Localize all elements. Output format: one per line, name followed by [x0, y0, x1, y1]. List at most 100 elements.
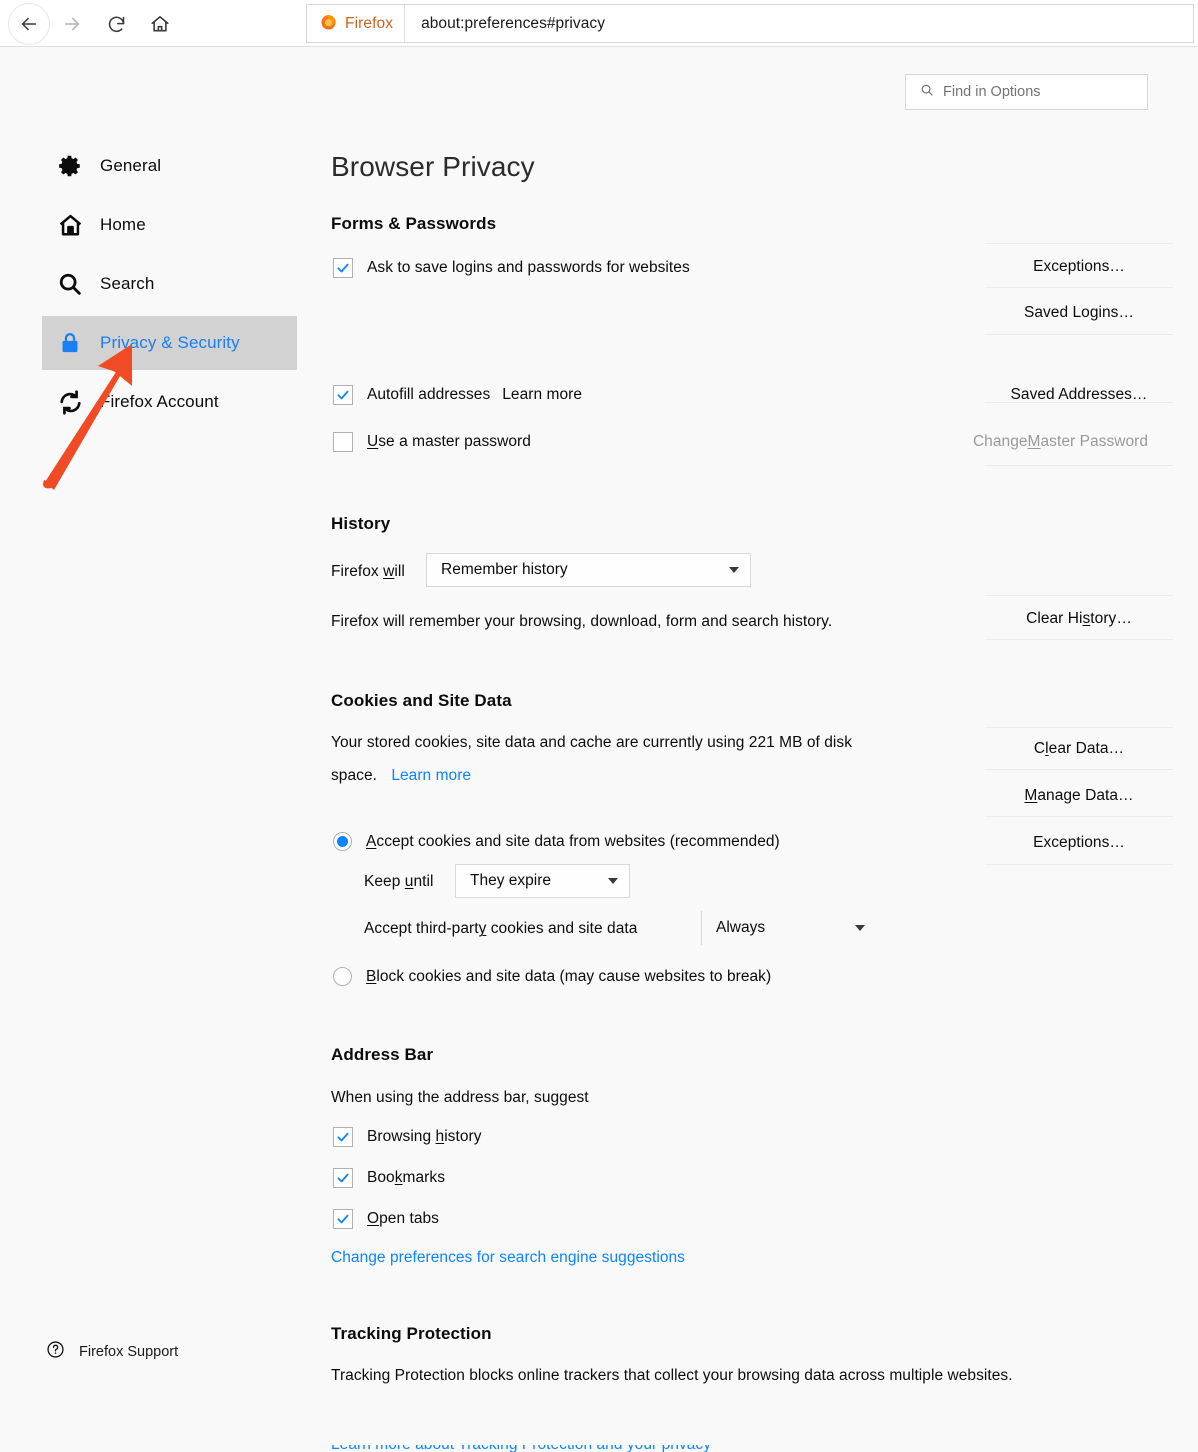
radio-selected-icon	[333, 832, 352, 851]
history-prefix-label: Firefox will	[331, 563, 405, 580]
sidebar-item-label: Firefox Support	[79, 1344, 179, 1360]
third-party-cookies-value: Always	[716, 919, 766, 936]
ask-to-save-logins-checkbox[interactable]: Ask to save logins and passwords for web…	[333, 258, 690, 278]
use-master-password-checkbox[interactable]: Use a master password	[333, 432, 531, 452]
tracking-learn-more-link-truncated[interactable]: Learn more about Tracking Protection and…	[331, 1445, 801, 1452]
firefox-brand-label: Firefox	[345, 14, 394, 32]
section-heading-history: History	[331, 514, 391, 533]
browser-toolbar: Firefox about:preferences#privacy	[0, 0, 1198, 47]
button-separator	[985, 727, 1173, 728]
suggest-open-tabs-label: Open tabs	[367, 1210, 439, 1227]
checkbox-checked-icon	[333, 385, 353, 405]
sidebar-item-label: Privacy & Security	[100, 333, 240, 352]
sidebar-item-general[interactable]: General	[42, 139, 297, 193]
home-icon	[55, 212, 85, 239]
sidebar-item-home[interactable]: Home	[42, 198, 297, 252]
sync-icon	[55, 389, 85, 416]
accept-cookies-label: Accept cookies and site data from websit…	[366, 832, 780, 850]
address-bar-description: When using the address bar, suggest	[331, 1089, 589, 1106]
exceptions-button-cookies[interactable]: Exceptions…	[985, 823, 1173, 862]
button-separator	[985, 639, 1173, 640]
button-separator	[985, 334, 1173, 335]
help-circle-icon	[46, 1340, 65, 1364]
firefox-logo-icon	[319, 12, 338, 36]
address-bar[interactable]: Firefox about:preferences#privacy	[306, 4, 1194, 43]
back-arrow-icon[interactable]	[8, 3, 50, 45]
sidebar-item-label: Home	[100, 215, 146, 234]
sidebar-item-firefox-support[interactable]: Firefox Support	[46, 1332, 296, 1372]
suggest-open-tabs-checkbox[interactable]: Open tabs	[333, 1209, 439, 1229]
block-cookies-radio[interactable]: Block cookies and site data (may cause w…	[333, 967, 771, 986]
checkbox-unchecked-icon	[333, 432, 353, 452]
search-icon	[55, 271, 85, 297]
checkbox-checked-icon	[333, 258, 353, 278]
section-heading-cookies: Cookies and Site Data	[331, 691, 512, 710]
cookies-usage-suffix: space.	[331, 767, 377, 784]
firefox-brand: Firefox	[307, 5, 406, 42]
suggest-browsing-history-label: Browsing history	[367, 1128, 482, 1145]
button-separator	[985, 243, 1173, 244]
settings-sidebar: General Home Search Privacy & Security F…	[0, 47, 306, 1405]
clear-history-button[interactable]: Clear Hi s tory…	[985, 599, 1173, 638]
saved-logins-button[interactable]: Saved Logins…	[985, 293, 1173, 332]
autofill-learn-more-link[interactable]: Learn more	[502, 386, 582, 404]
sidebar-item-firefox-account[interactable]: Firefox Account	[42, 375, 297, 429]
chevron-down-icon	[729, 567, 739, 573]
checkbox-checked-icon	[333, 1209, 353, 1229]
ask-to-save-logins-label: Ask to save logins and passwords for web…	[367, 259, 690, 276]
button-separator	[985, 864, 1173, 865]
chevron-down-icon	[855, 925, 865, 931]
accept-cookies-radio[interactable]: Accept cookies and site data from websit…	[333, 832, 780, 851]
history-mode-select[interactable]: Remember history	[426, 553, 751, 587]
url-text[interactable]: about:preferences#privacy	[405, 15, 605, 33]
preferences-content: Browser Privacy Forms & Passwords Ask to…	[306, 47, 1198, 1452]
sidebar-item-privacy-security[interactable]: Privacy & Security	[42, 316, 297, 370]
suggest-bookmarks-checkbox[interactable]: Bookmarks	[333, 1168, 445, 1188]
button-separator	[985, 287, 1173, 288]
section-heading-tracking-protection: Tracking Protection	[331, 1324, 492, 1343]
third-party-cookies-label: Accept third-party cookies and site data	[364, 920, 638, 937]
section-heading-address-bar: Address Bar	[331, 1045, 434, 1064]
checkbox-checked-icon	[333, 1168, 353, 1188]
autofill-addresses-checkbox[interactable]: Autofill addresses Learn more	[333, 385, 582, 405]
keep-until-value: They expire	[470, 872, 551, 889]
saved-addresses-button[interactable]: Saved Addresses…	[985, 375, 1173, 414]
history-mode-value: Remember history	[441, 561, 568, 578]
forward-arrow-icon[interactable]	[50, 3, 94, 45]
navigation-buttons	[8, 3, 182, 45]
clear-data-button[interactable]: Cl ear Data…	[985, 729, 1173, 768]
button-separator	[985, 465, 1173, 466]
history-description: Firefox will remember your browsing, dow…	[331, 613, 833, 630]
button-separator	[985, 769, 1173, 770]
suggest-bookmarks-label: Bookmarks	[367, 1169, 445, 1186]
manage-data-button[interactable]: Manage Data…	[985, 776, 1173, 815]
chevron-down-icon	[608, 878, 618, 884]
button-separator	[985, 816, 1173, 817]
home-icon[interactable]	[138, 3, 182, 45]
cookies-usage-line2: space. Learn more	[331, 767, 471, 785]
radio-unselected-icon	[333, 967, 352, 986]
change-search-suggestions-link[interactable]: Change preferences for search engine sug…	[331, 1249, 685, 1267]
exceptions-button-passwords[interactable]: Exceptions…	[985, 247, 1173, 286]
sidebar-item-search[interactable]: Search	[42, 257, 297, 311]
reload-icon[interactable]	[94, 3, 138, 45]
block-cookies-label: Block cookies and site data (may cause w…	[366, 967, 772, 985]
keep-until-select[interactable]: They expire	[455, 864, 630, 898]
third-party-cookies-select[interactable]: Always	[701, 911, 876, 945]
suggest-browsing-history-checkbox[interactable]: Browsing history	[333, 1127, 482, 1147]
tracking-protection-description: Tracking Protection blocks online tracke…	[331, 1367, 1013, 1384]
sidebar-item-label: General	[100, 156, 162, 175]
cookies-usage-line1: Your stored cookies, site data and cache…	[331, 734, 852, 751]
change-master-password-button: Change Master Password	[972, 432, 1149, 450]
keep-until-label: Keep until	[364, 873, 434, 890]
gear-icon	[55, 153, 85, 179]
use-master-password-label: Use a master password	[367, 433, 531, 450]
cookies-learn-more-link[interactable]: Learn more	[391, 767, 471, 784]
lock-icon	[55, 330, 85, 356]
section-heading-forms-passwords: Forms & Passwords	[331, 214, 497, 233]
autofill-addresses-label: Autofill addresses	[367, 386, 491, 403]
page-title: Browser Privacy	[331, 151, 535, 182]
sidebar-item-label: Firefox Account	[100, 392, 219, 411]
sidebar-item-label: Search	[100, 274, 155, 293]
button-separator	[985, 595, 1173, 596]
